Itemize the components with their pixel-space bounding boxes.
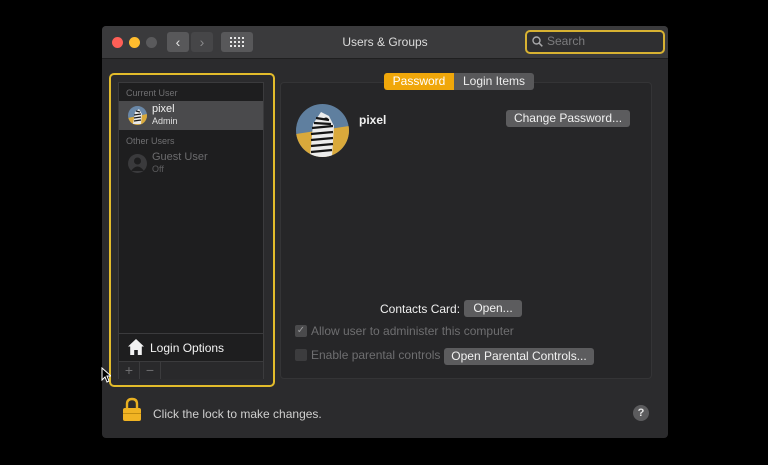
- login-options-item[interactable]: Login Options: [119, 333, 263, 361]
- change-password-button[interactable]: Change Password...: [506, 110, 630, 127]
- login-options-label: Login Options: [150, 341, 225, 355]
- sidebar-item-pixel[interactable]: pixel Admin: [119, 101, 263, 130]
- guest-user-icon: [128, 154, 147, 173]
- users-sidebar[interactable]: Current User pixel Admin Other Users Gue…: [118, 82, 264, 379]
- users-groups-window: ‹ › Users & Groups Current User: [102, 26, 668, 438]
- other-users-heading: Other Users: [126, 136, 175, 146]
- allow-admin-checkbox[interactable]: ✓: [295, 325, 307, 337]
- current-user-heading: Current User: [126, 88, 178, 98]
- parental-controls-label: Enable parental controls: [311, 348, 441, 362]
- open-parental-controls-button[interactable]: Open Parental Controls...: [444, 348, 594, 365]
- zebra-user-picture-icon[interactable]: [296, 104, 349, 157]
- allow-admin-label: Allow user to administer this computer: [311, 324, 514, 338]
- sidebar-item-guest-user[interactable]: Guest User Off: [119, 149, 263, 178]
- search-field[interactable]: [525, 30, 665, 54]
- user-name: pixel: [152, 103, 175, 115]
- add-user-button[interactable]: +: [119, 362, 140, 379]
- remove-user-button[interactable]: −: [140, 362, 161, 379]
- parental-controls-checkbox[interactable]: [295, 349, 307, 361]
- account-username: pixel: [359, 113, 387, 127]
- title-bar: ‹ › Users & Groups: [102, 26, 668, 59]
- zebra-avatar-icon: [128, 106, 147, 125]
- user-role: Admin: [152, 116, 178, 126]
- help-button[interactable]: ?: [633, 405, 649, 421]
- lock-icon[interactable]: [122, 397, 142, 422]
- user-role: Off: [152, 164, 164, 174]
- user-name: Guest User: [152, 151, 208, 163]
- house-icon: [128, 339, 144, 355]
- open-contacts-card-button[interactable]: Open...: [464, 300, 522, 317]
- tab-password[interactable]: Password: [384, 73, 454, 90]
- sidebar-footer: + −: [119, 361, 263, 379]
- mouse-cursor-icon: [101, 367, 111, 383]
- contacts-card-label: Contacts Card:: [380, 302, 461, 316]
- lock-message: Click the lock to make changes.: [153, 407, 322, 421]
- search-input[interactable]: [547, 33, 655, 49]
- search-icon: [532, 36, 543, 47]
- tab-login-items[interactable]: Login Items: [454, 73, 534, 90]
